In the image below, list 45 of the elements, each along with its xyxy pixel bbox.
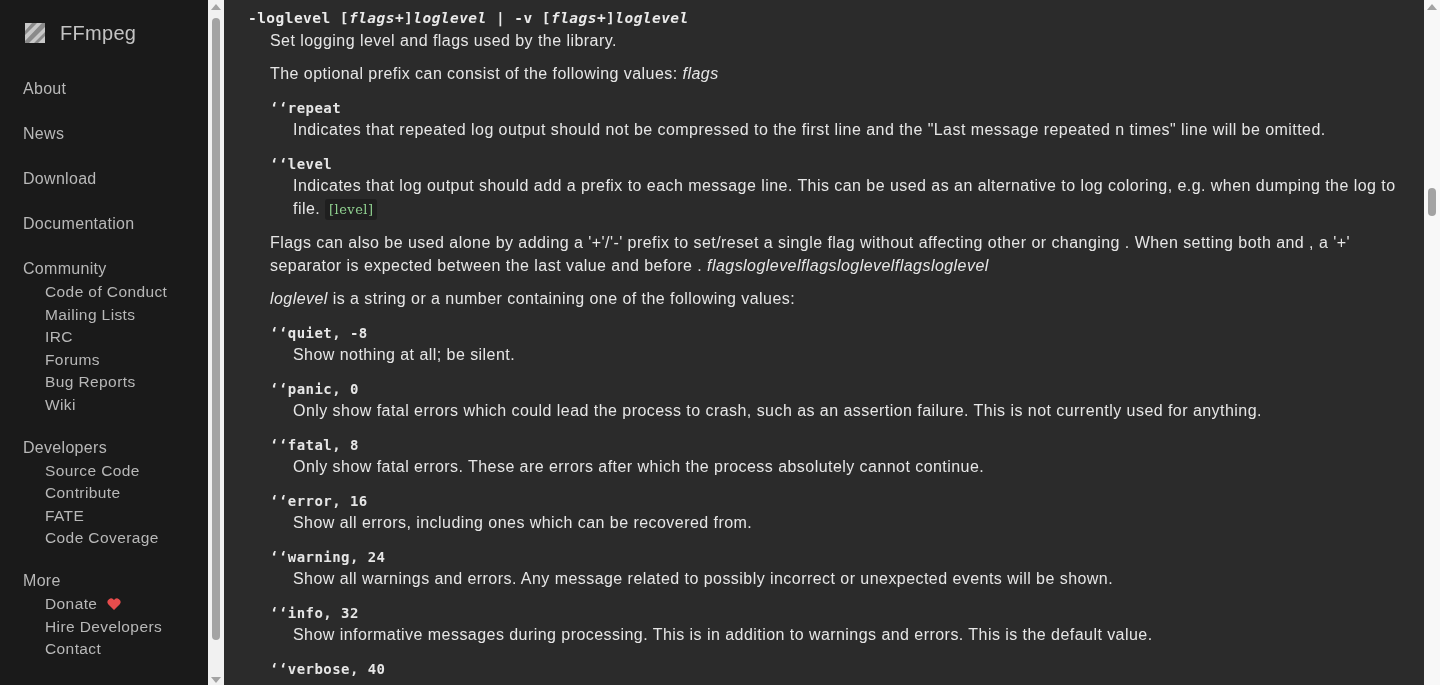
value-term: ‘‘verbose, 40 (270, 660, 386, 679)
value-term: ‘‘warning, 24 (270, 548, 386, 567)
sidebar-subitem[interactable]: Mailing Lists (45, 303, 136, 327)
brand-name[interactable]: FFmpeg (60, 21, 137, 45)
sidebar-subitem[interactable]: Code Coverage (45, 527, 159, 550)
value-term: ‘‘repeat (270, 99, 342, 118)
sidebar-subitem[interactable]: Forums (45, 348, 100, 372)
inline-code: [level] (325, 199, 378, 220)
sidebar-subitem[interactable]: Donate (45, 592, 98, 616)
value-term: ‘‘info, 32 (270, 604, 359, 623)
value-description: Only show fatal errors. These are errors after which the process absolutely cannot continue. (293, 457, 986, 477)
page-scrollbar[interactable] (1424, 0, 1440, 685)
value-term: ‘‘panic, 0 (270, 380, 359, 399)
sidebar-subitem[interactable]: Wiki (45, 393, 76, 417)
heart-icon (107, 598, 122, 611)
value-description: Only show fatal errors which could lead the process to crash, such as an assertion failure. This is not currently used for anything. (293, 401, 1263, 421)
paragraph: loglevel is a string or a number containing one of the following values: (270, 289, 797, 309)
sidebar-subitem[interactable]: IRC (45, 326, 73, 349)
paragraph: Flags can also be used alone by adding a '+'/'-' prefix to set/reset a single flag without affecting other or changing . When setting both and , a '+' separator is expected between the last value and before . flagsloglevelflagsloglevelflagsloglevel (270, 233, 1351, 276)
sidebar-subitem[interactable]: Contact (45, 638, 102, 661)
sidebar-subitem[interactable]: Code of Conduct (45, 281, 168, 304)
sidebar-subitem[interactable]: Bug Reports (45, 371, 136, 394)
value-term: ‘‘fatal, 8 (270, 436, 359, 455)
logo-icon (23, 21, 47, 45)
sidebar-scrollbar[interactable] (208, 0, 224, 685)
value-description: Show nothing at all; be silent. (293, 345, 517, 365)
paragraph: The optional prefix can consist of the following values: flags (270, 64, 720, 84)
sidebar-item[interactable]: Download (23, 156, 208, 201)
value-description: Indicates that repeated log output should not be compressed to the first line and the "Last message repeated n times" line will be omitted. (293, 120, 1327, 140)
value-term: ‘‘quiet, -8 (270, 324, 368, 343)
value-term: ‘‘level (270, 155, 333, 174)
option-description: Set logging level and flags used by the library. (270, 31, 618, 51)
value-description: Show informative messages during processing. This is in addition to warnings and errors. This is the default value. (293, 625, 1154, 645)
sidebar-subitem[interactable]: FATE (45, 504, 85, 528)
sidebar-item[interactable]: News (23, 111, 208, 156)
sidebar-subitem[interactable]: Hire Developers (45, 615, 163, 639)
sidebar-subitem[interactable]: Source Code (45, 459, 140, 483)
value-description: Show all warnings and errors. Any message related to possibly incorrect or unexpected events will be shown. (293, 569, 1115, 589)
option-heading: -loglevel [flags+]loglevel | -v [flags+]loglevel (248, 9, 689, 28)
sidebar-item[interactable]: About (23, 66, 208, 111)
sidebar-item[interactable]: Documentation (23, 201, 208, 246)
value-term: ‘‘error, 16 (270, 492, 368, 511)
value-description: Show all errors, including ones which can be recovered from. (293, 513, 754, 533)
value-description: Indicates that log output should add a prefix to each message line. This can be used as an alternative to log coloring, e.g. when dumping the log to file. [level] (293, 174, 1402, 221)
sidebar-subitem[interactable]: Contribute (45, 482, 121, 505)
